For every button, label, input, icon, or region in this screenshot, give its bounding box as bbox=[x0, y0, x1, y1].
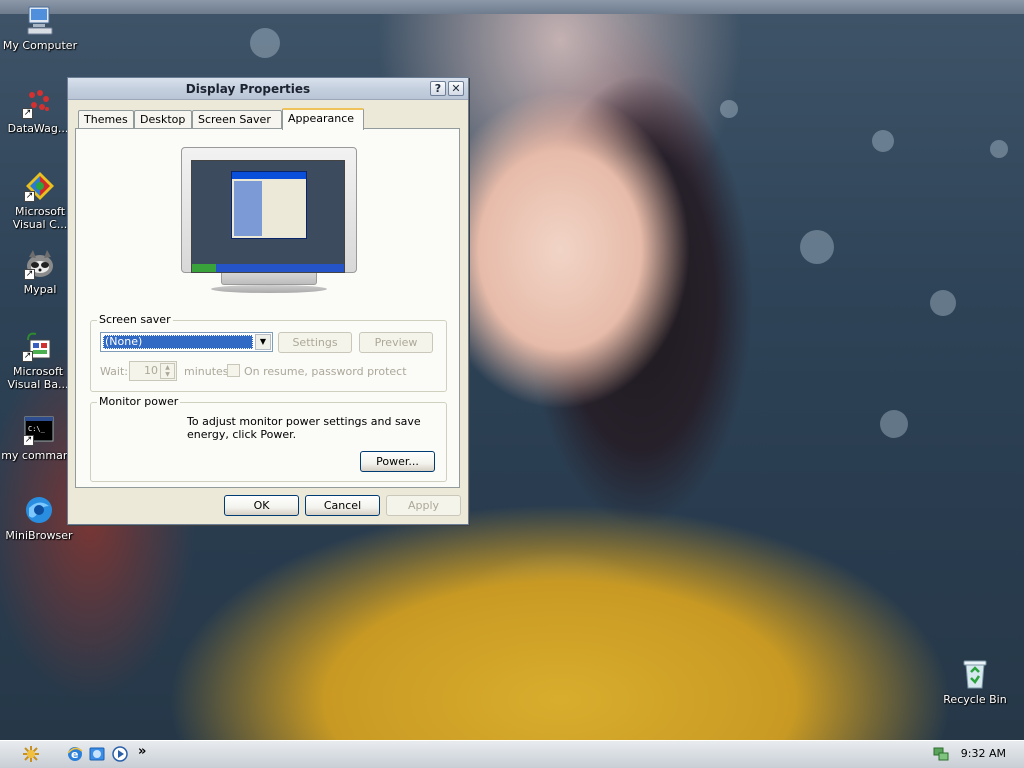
desktop-icon-label: my command bbox=[1, 449, 77, 462]
screen-saver-select[interactable]: (None) ▼ bbox=[100, 332, 273, 352]
password-protect-checkbox[interactable] bbox=[227, 364, 240, 377]
visual-c-icon: ↗ bbox=[24, 170, 56, 202]
preview-window bbox=[231, 171, 307, 239]
tab-appearance[interactable]: Appearance bbox=[282, 108, 364, 130]
tab-desktop[interactable]: Desktop bbox=[134, 110, 192, 129]
desktop-icon-datawag[interactable]: ↗ DataWag... bbox=[0, 87, 76, 135]
minutes-label: minutes bbox=[184, 365, 229, 378]
svg-text:C:\_: C:\_ bbox=[28, 425, 46, 433]
monitor-power-description: To adjust monitor power settings and sav… bbox=[187, 415, 421, 441]
preview-taskbar bbox=[192, 264, 344, 272]
cancel-button[interactable]: Cancel bbox=[305, 495, 380, 516]
screen-saver-group-label: Screen saver bbox=[97, 313, 173, 326]
help-button[interactable]: ? bbox=[430, 81, 446, 96]
settings-button[interactable]: Settings bbox=[278, 332, 352, 353]
power-button[interactable]: Power... bbox=[360, 451, 435, 472]
bokeh-light bbox=[800, 230, 834, 264]
start-icon[interactable] bbox=[22, 745, 40, 763]
screen-saver-group: Screen saver (None) ▼ Settings Preview W… bbox=[90, 313, 447, 392]
preview-button[interactable]: Preview bbox=[359, 332, 433, 353]
desktop-icon-recycle-bin[interactable]: Recycle Bin bbox=[937, 658, 1013, 706]
shortcut-arrow-icon: ↗ bbox=[24, 269, 35, 280]
tab-themes[interactable]: Themes bbox=[78, 110, 134, 129]
apply-button[interactable]: Apply bbox=[386, 495, 461, 516]
monitor-neck bbox=[221, 273, 317, 285]
desktop-icon-label: DataWag... bbox=[7, 122, 69, 135]
network-tray-icon[interactable] bbox=[932, 745, 950, 763]
clock[interactable]: 9:32 AM bbox=[961, 747, 1006, 760]
bokeh-light bbox=[720, 100, 738, 118]
desktop-icon-label: Recycle Bin bbox=[943, 693, 1007, 706]
minibrowser-icon bbox=[23, 494, 55, 526]
datawag-icon: ↗ bbox=[22, 87, 54, 119]
internet-explorer-icon[interactable]: e bbox=[66, 745, 84, 763]
shortcut-arrow-icon: ↗ bbox=[22, 351, 33, 362]
taskbar: e » 9:32 AM bbox=[0, 740, 1024, 768]
desktop-icon-visual-basic[interactable]: ↗ Microsoft Visual Ba... bbox=[0, 330, 76, 391]
screen-saver-selected: (None) bbox=[103, 335, 253, 349]
bokeh-light bbox=[872, 130, 894, 152]
close-button[interactable]: ✕ bbox=[448, 81, 464, 96]
bokeh-light bbox=[990, 140, 1008, 158]
media-player-icon[interactable] bbox=[111, 745, 129, 763]
shortcut-arrow-icon: ↗ bbox=[22, 108, 33, 119]
bokeh-light bbox=[880, 410, 908, 438]
monitor-screen bbox=[191, 160, 345, 273]
spin-arrows-icon[interactable]: ▲ ▼ bbox=[160, 363, 175, 379]
desktop-icon-label: My Computer bbox=[2, 39, 78, 52]
desktop-icon-my-computer[interactable]: My Computer bbox=[2, 4, 78, 52]
password-protect-label: On resume, password protect bbox=[244, 365, 407, 378]
desktop-icon-minibrowser[interactable]: MiniBrowser bbox=[1, 494, 77, 542]
my-computer-icon bbox=[24, 4, 56, 36]
wait-stepper[interactable]: 10 ▲ ▼ bbox=[129, 361, 177, 381]
bokeh-light bbox=[930, 290, 956, 316]
monitor-base bbox=[211, 285, 327, 293]
display-properties-dialog: Display Properties ? ✕ Themes Desktop Sc… bbox=[67, 77, 469, 525]
ok-button[interactable]: OK bbox=[224, 495, 299, 516]
dialog-titlebar[interactable]: Display Properties ? ✕ bbox=[68, 78, 468, 100]
tab-screen-saver[interactable]: Screen Saver bbox=[192, 110, 282, 129]
dialog-title: Display Properties bbox=[185, 82, 311, 96]
monitor-preview bbox=[181, 147, 357, 293]
shortcut-arrow-icon: ↗ bbox=[23, 435, 34, 446]
desktop-icon-label: MiniBrowser bbox=[5, 529, 73, 542]
tab-panel: Screen saver (None) ▼ Settings Preview W… bbox=[75, 128, 460, 488]
monitor-body bbox=[181, 147, 357, 273]
visual-basic-icon: ↗ bbox=[22, 330, 54, 362]
wallpaper-top-strip bbox=[0, 0, 1024, 14]
wait-label: Wait: bbox=[100, 365, 128, 378]
dropdown-arrow-icon[interactable]: ▼ bbox=[255, 334, 271, 350]
quick-launch-overflow[interactable]: » bbox=[138, 744, 156, 762]
mypal-icon: ↗ bbox=[24, 248, 56, 280]
recycle-bin-icon bbox=[959, 658, 991, 690]
desktop-icon-label: Microsoft Visual Ba... bbox=[7, 365, 69, 391]
command-prompt-icon: C:\_ ↗ bbox=[23, 414, 55, 446]
wait-value: 10 bbox=[144, 364, 158, 377]
monitor-power-group-label: Monitor power bbox=[97, 395, 181, 408]
explorer-icon[interactable] bbox=[88, 745, 106, 763]
shortcut-arrow-icon: ↗ bbox=[24, 191, 35, 202]
desktop-icon-my-command[interactable]: C:\_ ↗ my command bbox=[1, 414, 77, 462]
monitor-power-group: Monitor power To adjust monitor power se… bbox=[90, 395, 447, 482]
bokeh-light bbox=[250, 28, 280, 58]
